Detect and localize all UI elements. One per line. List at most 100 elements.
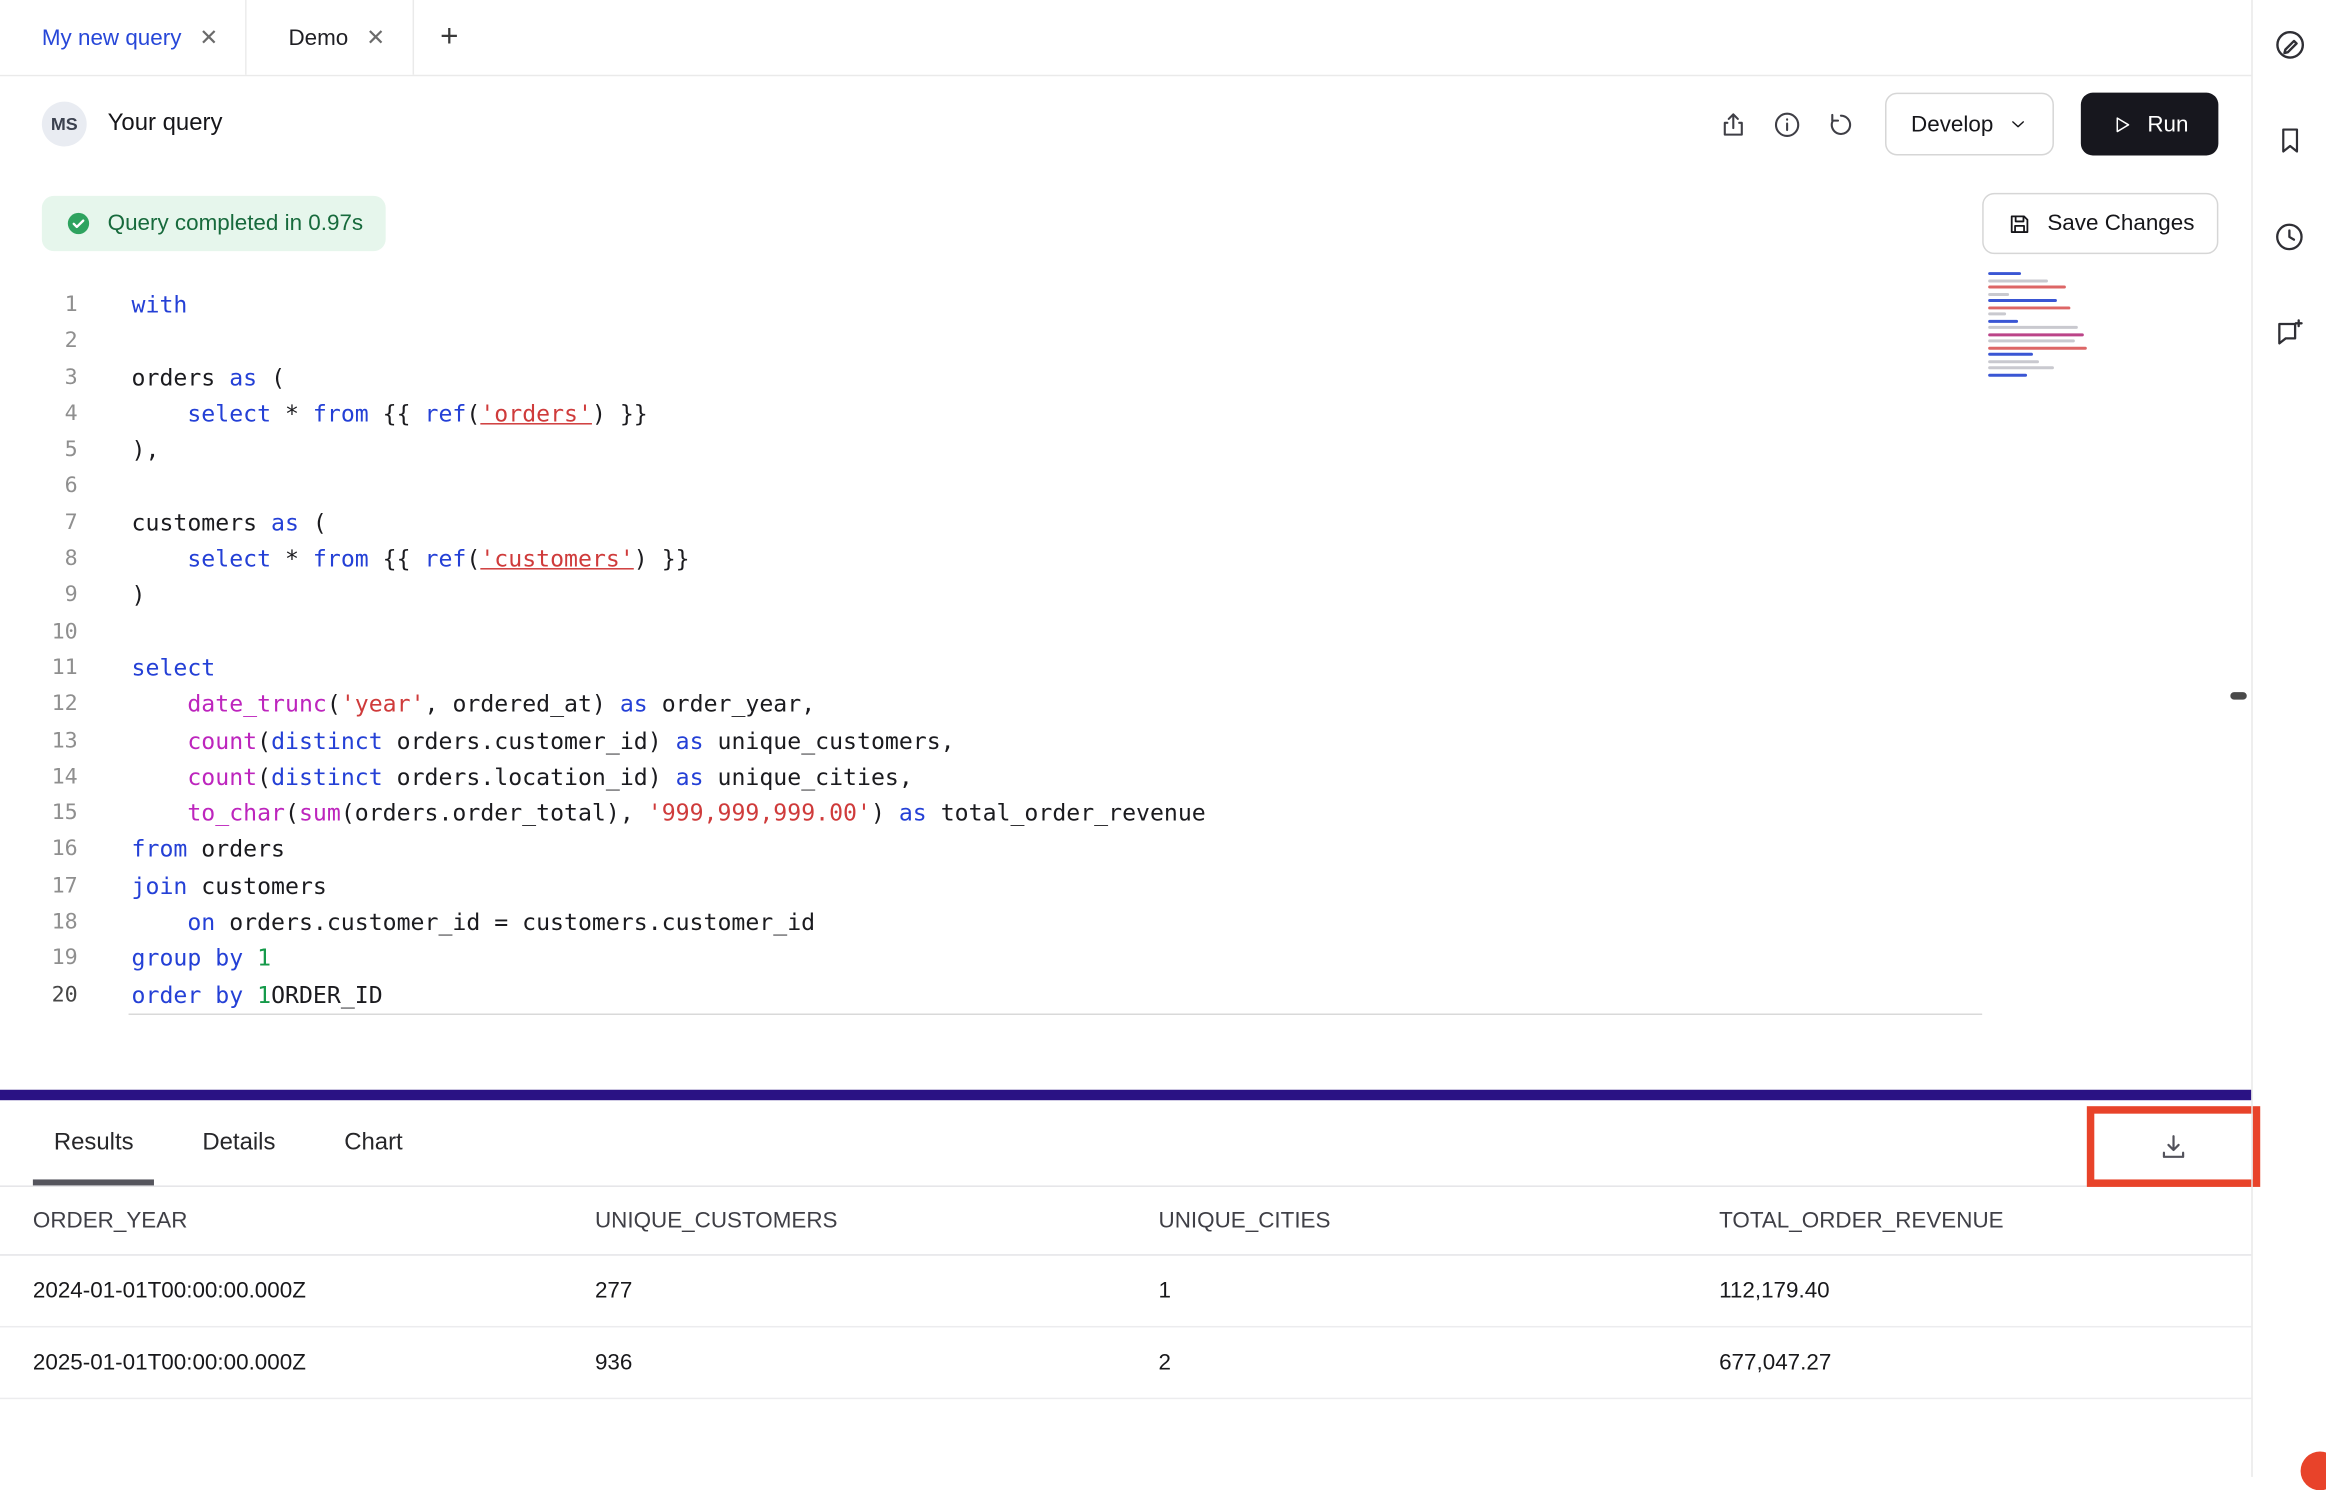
file-tab[interactable]: My new query✕	[0, 0, 247, 75]
code-text: )	[78, 578, 146, 614]
code-text: order by 1ORDER_ID	[78, 977, 383, 1013]
line-number: 9	[0, 578, 78, 614]
history-clock-icon[interactable]	[2259, 206, 2319, 266]
main-panel: My new query✕Demo✕ + MS Your query	[0, 0, 2251, 1476]
line-number: 3	[0, 360, 78, 396]
table-cell: 112,179.40	[1686, 1278, 2251, 1303]
minimap[interactable]	[1988, 272, 2096, 376]
download-button[interactable]	[2148, 1129, 2199, 1165]
file-tab[interactable]: Demo✕	[247, 0, 414, 75]
notification-dot	[2301, 1451, 2326, 1490]
run-button[interactable]: Run	[2082, 93, 2219, 156]
line-number: 19	[0, 941, 78, 977]
code-text: group by 1	[78, 941, 271, 977]
develop-label: Develop	[1911, 111, 1993, 136]
line-number: 10	[0, 614, 78, 650]
code-line[interactable]: 6	[0, 469, 2251, 505]
sql-editor[interactable]: 1with23orders as (4 select * from {{ ref…	[0, 269, 2251, 1090]
table-row[interactable]: 2025-01-01T00:00:00.000Z9362677,047.27	[0, 1327, 2251, 1399]
column-header: UNIQUE_CITIES	[1126, 1208, 1687, 1233]
status-row: Query completed in 0.97s Save Changes	[0, 172, 2251, 254]
code-line[interactable]: 3orders as (	[0, 360, 2251, 396]
line-number: 15	[0, 795, 78, 831]
code-text: with	[78, 287, 188, 323]
code-line[interactable]: 20order by 1ORDER_ID	[0, 977, 2251, 1013]
code-line[interactable]: 5),	[0, 432, 2251, 468]
share-button[interactable]	[1706, 97, 1760, 151]
file-tabs: My new query✕Demo✕	[0, 0, 413, 75]
chevron-down-icon	[2008, 114, 2029, 135]
line-number: 7	[0, 505, 78, 541]
column-header: UNIQUE_CUSTOMERS	[562, 1208, 1126, 1233]
code-line[interactable]: 14 count(distinct orders.location_id) as…	[0, 759, 2251, 795]
code-text: select * from {{ ref('orders') }}	[78, 396, 648, 432]
code-text: on orders.customer_id = customers.custom…	[78, 904, 815, 940]
panel-divider[interactable]	[0, 1090, 2251, 1100]
close-icon[interactable]: ✕	[366, 26, 385, 48]
code-line[interactable]: 13 count(distinct orders.customer_id) as…	[0, 723, 2251, 759]
close-icon[interactable]: ✕	[199, 26, 218, 48]
code-line[interactable]: 16from orders	[0, 832, 2251, 868]
column-header: ORDER_YEAR	[0, 1208, 562, 1233]
table-cell: 2	[1126, 1350, 1687, 1375]
line-number: 18	[0, 904, 78, 940]
code-line[interactable]: 18 on orders.customer_id = customers.cus…	[0, 904, 2251, 940]
right-toolbar	[2251, 0, 2326, 1476]
develop-dropdown[interactable]: Develop	[1886, 93, 2055, 156]
code-line[interactable]: 7customers as (	[0, 505, 2251, 541]
line-number: 11	[0, 650, 78, 686]
new-tab-button[interactable]: +	[413, 0, 485, 75]
table-cell: 2025-01-01T00:00:00.000Z	[0, 1350, 562, 1375]
history-button[interactable]	[1814, 97, 1868, 151]
table-cell: 2024-01-01T00:00:00.000Z	[0, 1278, 562, 1303]
panel-resize-handle[interactable]	[2230, 692, 2246, 699]
results-table-header: ORDER_YEARUNIQUE_CUSTOMERSUNIQUE_CITIEST…	[0, 1187, 2251, 1256]
results-tab-chart[interactable]: Chart	[344, 1100, 402, 1185]
line-number: 8	[0, 541, 78, 577]
table-row[interactable]: 2024-01-01T00:00:00.000Z2771112,179.40	[0, 1256, 2251, 1328]
column-header: TOTAL_ORDER_REVENUE	[1686, 1208, 2251, 1233]
code-line[interactable]: 19group by 1	[0, 941, 2251, 977]
code-text: date_trunc('year', ordered_at) as order_…	[78, 687, 815, 723]
code-line[interactable]: 12 date_trunc('year', ordered_at) as ord…	[0, 687, 2251, 723]
results-table-body: 2024-01-01T00:00:00.000Z2771112,179.4020…	[0, 1256, 2251, 1400]
results-tabs: Results Details Chart	[54, 1100, 403, 1185]
code-line[interactable]: 1with	[0, 287, 2251, 323]
code-text: count(distinct orders.customer_id) as un…	[78, 723, 955, 759]
query-header: MS Your query Develop	[0, 76, 2251, 172]
code-text: customers as (	[78, 505, 327, 541]
results-tab-results[interactable]: Results	[54, 1100, 134, 1185]
code-line[interactable]: 8 select * from {{ ref('customers') }}	[0, 541, 2251, 577]
app-window: My new query✕Demo✕ + MS Your query	[0, 0, 2326, 1476]
line-number: 20	[0, 977, 78, 1013]
code-text: to_char(sum(orders.order_total), '999,99…	[78, 795, 1206, 831]
line-number: 17	[0, 868, 78, 904]
download-annotation-box	[2087, 1106, 2260, 1187]
pen-circle-icon[interactable]	[2259, 15, 2319, 75]
code-line[interactable]: 11select	[0, 650, 2251, 686]
code-line[interactable]: 2	[0, 323, 2251, 359]
table-cell: 677,047.27	[1686, 1350, 2251, 1375]
line-number: 14	[0, 759, 78, 795]
bookmark-icon[interactable]	[2259, 111, 2319, 171]
line-number: 4	[0, 396, 78, 432]
line-number: 16	[0, 832, 78, 868]
info-icon	[1771, 108, 1802, 139]
code-text	[78, 469, 132, 505]
code-text: from orders	[78, 832, 285, 868]
query-status-badge: Query completed in 0.97s	[42, 196, 386, 251]
code-line[interactable]: 10	[0, 614, 2251, 650]
save-changes-label: Save Changes	[2047, 211, 2194, 236]
feedback-icon[interactable]	[2259, 302, 2319, 362]
table-cell: 936	[562, 1350, 1126, 1375]
results-tab-details[interactable]: Details	[202, 1100, 275, 1185]
save-changes-button[interactable]: Save Changes	[1982, 193, 2219, 254]
code-line[interactable]: 9)	[0, 578, 2251, 614]
code-text: orders as (	[78, 360, 285, 396]
code-line[interactable]: 4 select * from {{ ref('orders') }}	[0, 396, 2251, 432]
info-button[interactable]	[1760, 97, 1814, 151]
page-title: Your query	[108, 111, 223, 138]
code-line[interactable]: 15 to_char(sum(orders.order_total), '999…	[0, 795, 2251, 831]
code-line[interactable]: 17join customers	[0, 868, 2251, 904]
code-text	[78, 614, 132, 650]
